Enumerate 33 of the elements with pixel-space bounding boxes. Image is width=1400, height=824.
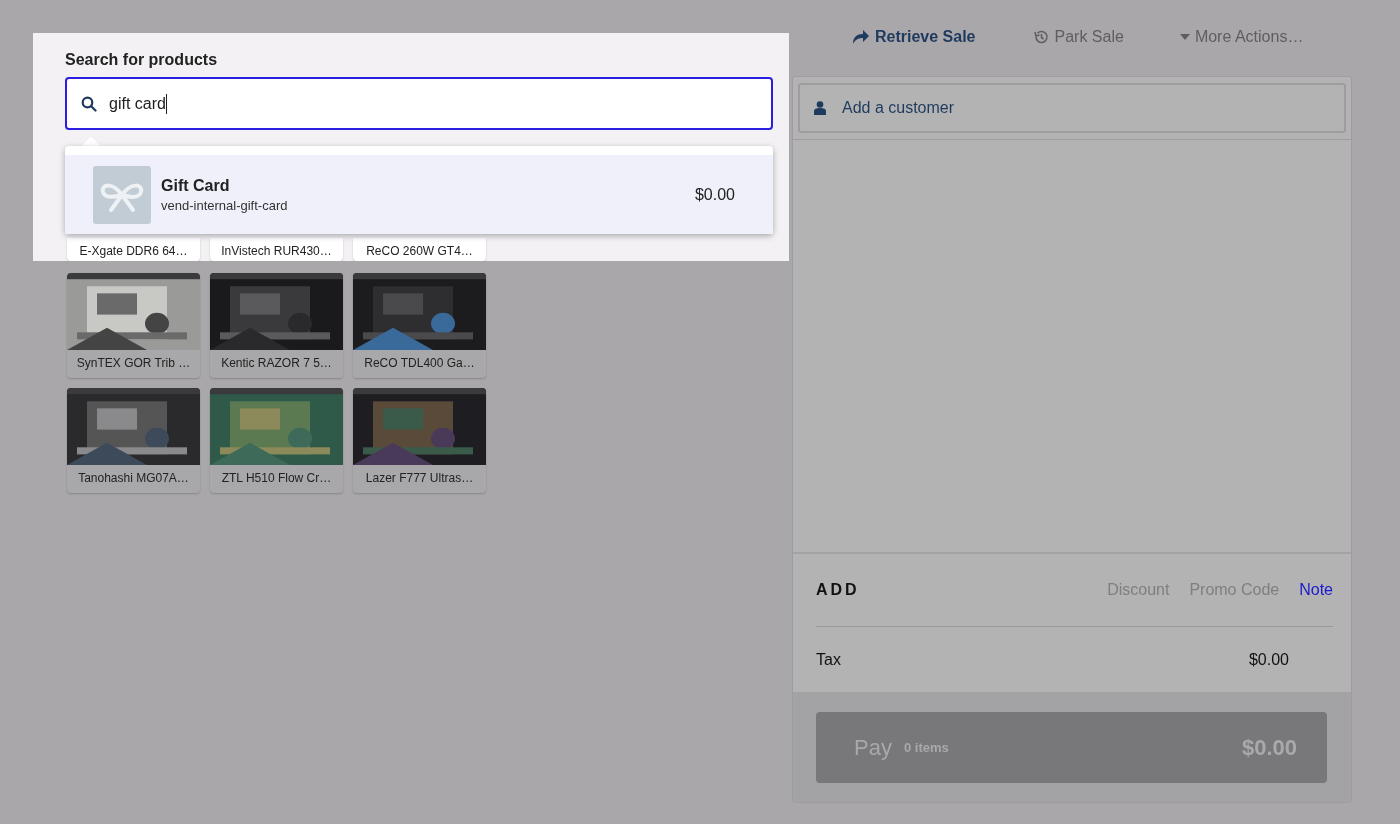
search-icon — [81, 95, 97, 112]
result-price: $0.00 — [694, 185, 735, 204]
product-tile[interactable]: InVistech RUR430… — [210, 238, 343, 261]
product-name: Tanohashi MG07A… — [77, 470, 190, 485]
product-tile[interactable]: ReCO 260W GT4… — [353, 238, 486, 261]
product-name: Kentic RAZOR 7 5… — [220, 355, 333, 370]
result-sku: vend-internal-gift-card — [161, 197, 289, 213]
product-tile[interactable]: Lazer F777 Ultras… — [353, 388, 486, 493]
tax-value: $0.00 — [1248, 650, 1289, 669]
customer-field[interactable]: Add a customer — [798, 83, 1346, 133]
product-name: ZTL H510 Flow Cr… — [220, 470, 333, 485]
search-field[interactable]: gift card — [65, 77, 773, 130]
product-tile[interactable]: SynTEX GOR Trib … — [67, 273, 200, 378]
product-name: SynTEX GOR Trib … — [75, 355, 192, 370]
history-icon — [1031, 29, 1050, 45]
product-tile[interactable]: Kentic RAZOR 7 5… — [210, 273, 343, 378]
result-item[interactable]: Gift Card vend-internal-gift-card $0.00 — [65, 155, 773, 234]
search-label: Search for products — [65, 51, 219, 70]
product-tile[interactable]: Tanohashi MG07A… — [67, 388, 200, 493]
product-tile[interactable]: ReCO TDL400 Ga… — [353, 273, 486, 378]
bow-icon — [93, 165, 151, 224]
add-link[interactable]: Note — [1299, 581, 1333, 599]
tax-label: Tax — [816, 650, 841, 669]
product-tile[interactable]: ZTL H510 Flow Cr… — [210, 388, 343, 493]
share-arrow-icon — [852, 29, 870, 45]
add-heading: ADD — [816, 581, 861, 599]
product-name: Lazer F777 Ultras… — [364, 470, 475, 485]
product-name: ReCO TDL400 Ga… — [363, 355, 476, 370]
action-button[interactable]: Retrieve Sale — [852, 28, 976, 46]
caret-icon — [1179, 34, 1190, 40]
result-name: Gift Card — [161, 176, 231, 195]
user-icon — [814, 101, 826, 115]
product-tile[interactable]: E-Xgate DDR6 64… — [67, 238, 200, 261]
